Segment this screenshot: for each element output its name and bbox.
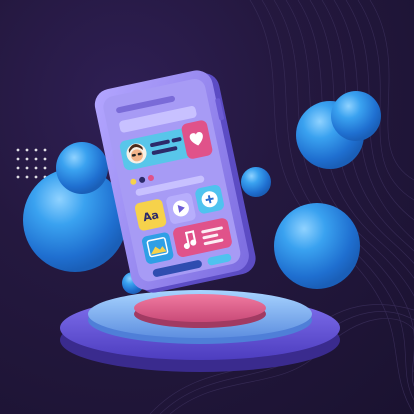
- podium: [60, 290, 340, 372]
- bubble-small-mid: [241, 167, 271, 197]
- illustration-scene: Aa: [0, 0, 414, 414]
- bubble-right: [274, 203, 360, 289]
- dot-grid: [16, 148, 47, 179]
- scene-canvas: Aa: [16, 0, 414, 414]
- bubble-top-right: [296, 91, 381, 169]
- phone: Aa: [94, 70, 256, 293]
